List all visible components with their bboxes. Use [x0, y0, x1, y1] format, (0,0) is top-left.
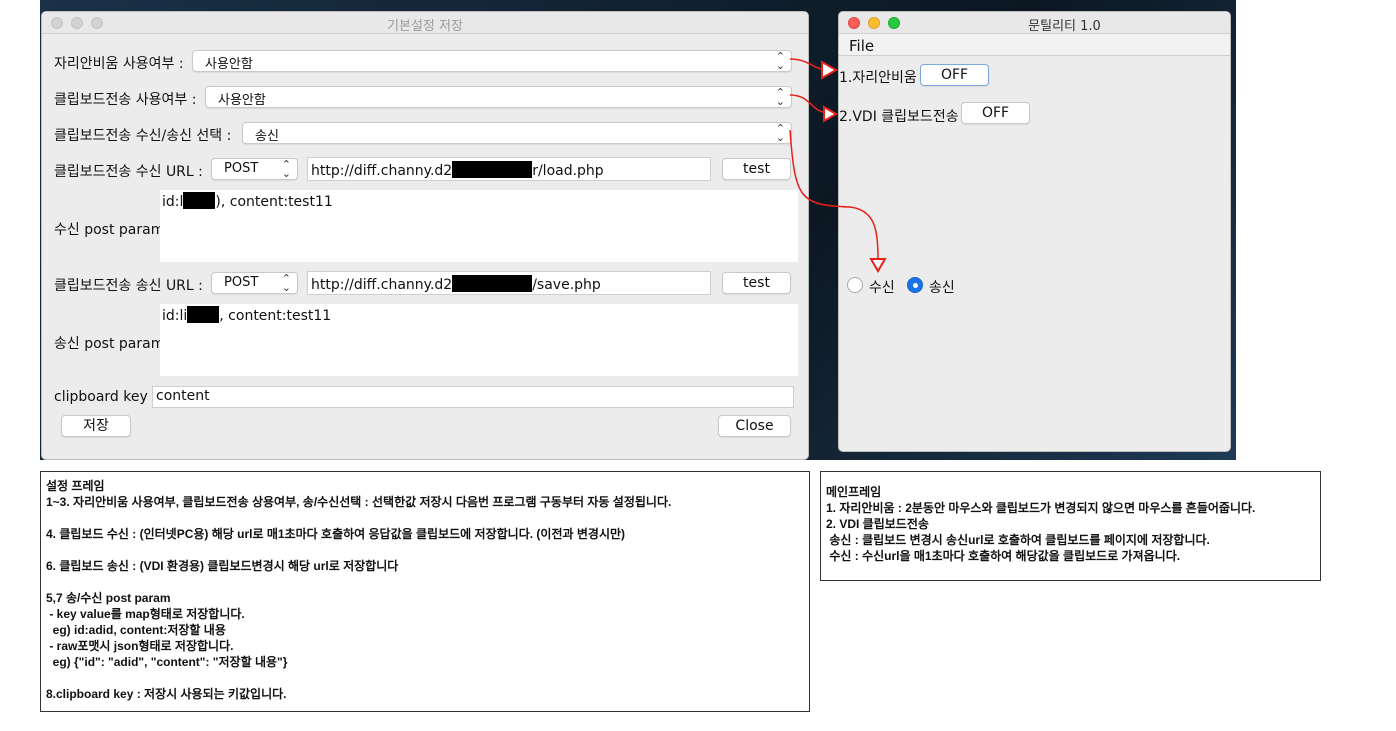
note-line: 설정 프레임 [46, 479, 105, 493]
note-line [46, 670, 804, 686]
note-line: 1. 자리안비움 : 2분동안 마우스와 클립보드가 변경되지 않으면 마우스를… [826, 501, 1256, 515]
note-line: 메인프레임 [826, 485, 882, 499]
note-line: - raw포맷시 json형태로 저장합니다. [46, 639, 234, 653]
note-line: 5,7 송/수신 post param [46, 591, 171, 605]
note-line: 4. 클립보드 수신 : (인터넷PC용) 해당 url로 매1초마다 호출하여… [46, 527, 626, 541]
note-line [46, 542, 804, 558]
note-line [46, 574, 804, 590]
arrow-head-vdi-icon [823, 105, 838, 123]
note-line: 2. VDI 클립보드전송 [826, 517, 929, 531]
note-line: 송신 : 클립보드 변경시 송신url로 호출하여 클립보드를 페이지에 저장합… [826, 533, 1210, 547]
arrow-head-idle-icon [821, 60, 839, 80]
note-line: 수신 : 수신url을 매1초마다 호출하여 해당값을 클립보드로 가져옵니다. [826, 549, 1181, 563]
note-line: - key value를 map형태로 저장합니다. [46, 607, 245, 621]
note-line [46, 510, 804, 526]
note-line: eg) {"id": "adid", "content": "저장할 내용"} [46, 655, 288, 669]
note-line: 1~3. 자리안비움 사용여부, 클립보드전송 상용여부, 송/수신선택 : 선… [46, 495, 672, 509]
note-line: 6. 클립보드 송신 : (VDI 환경용) 클립보드변경시 해당 url로 저… [46, 559, 399, 573]
note-line: eg) id:adid, content:저장할 내용 [46, 623, 226, 637]
note-settings-frame: 설정 프레임 1~3. 자리안비움 사용여부, 클립보드전송 상용여부, 송/수… [40, 471, 810, 712]
arrow-direction [789, 129, 879, 259]
note-main-frame: 메인프레임 1. 자리안비움 : 2분동안 마우스와 클립보드가 변경되지 않으… [820, 471, 1321, 581]
note-line: 8.clipboard key : 저장시 사용되는 키값입니다. [46, 687, 287, 701]
arrow-head-direction-icon [869, 258, 887, 273]
